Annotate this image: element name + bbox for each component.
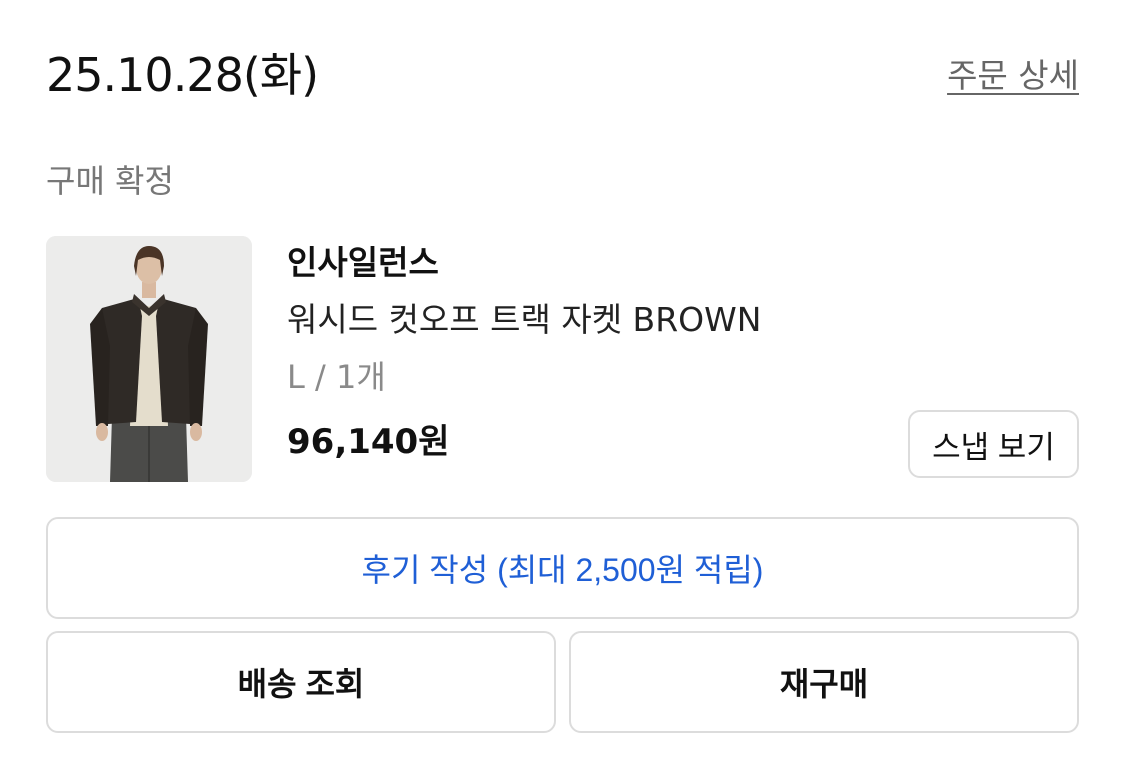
product-option: L / 1개: [287, 358, 386, 396]
product-brand[interactable]: 인사일런스: [287, 243, 439, 283]
order-status: 구매 확정: [46, 162, 174, 200]
snap-view-button[interactable]: 스냅 보기: [908, 410, 1079, 478]
write-review-button[interactable]: 후기 작성 (최대 2,500원 적립): [46, 517, 1079, 619]
order-detail-link[interactable]: 주문 상세: [947, 56, 1079, 96]
product-name[interactable]: 워시드 컷오프 트랙 자켓 BROWN: [287, 300, 761, 340]
track-delivery-button[interactable]: 배송 조회: [46, 631, 556, 733]
product-price: 96,140원: [287, 422, 450, 462]
order-card: 25.10.28(화) 주문 상세 구매 확정 인사일런스 워시드 컷오프 트랙…: [0, 0, 1125, 784]
order-date: 25.10.28(화): [46, 48, 319, 102]
product-photo-icon: [46, 236, 252, 482]
reorder-button[interactable]: 재구매: [569, 631, 1079, 733]
product-thumbnail[interactable]: [46, 236, 252, 482]
